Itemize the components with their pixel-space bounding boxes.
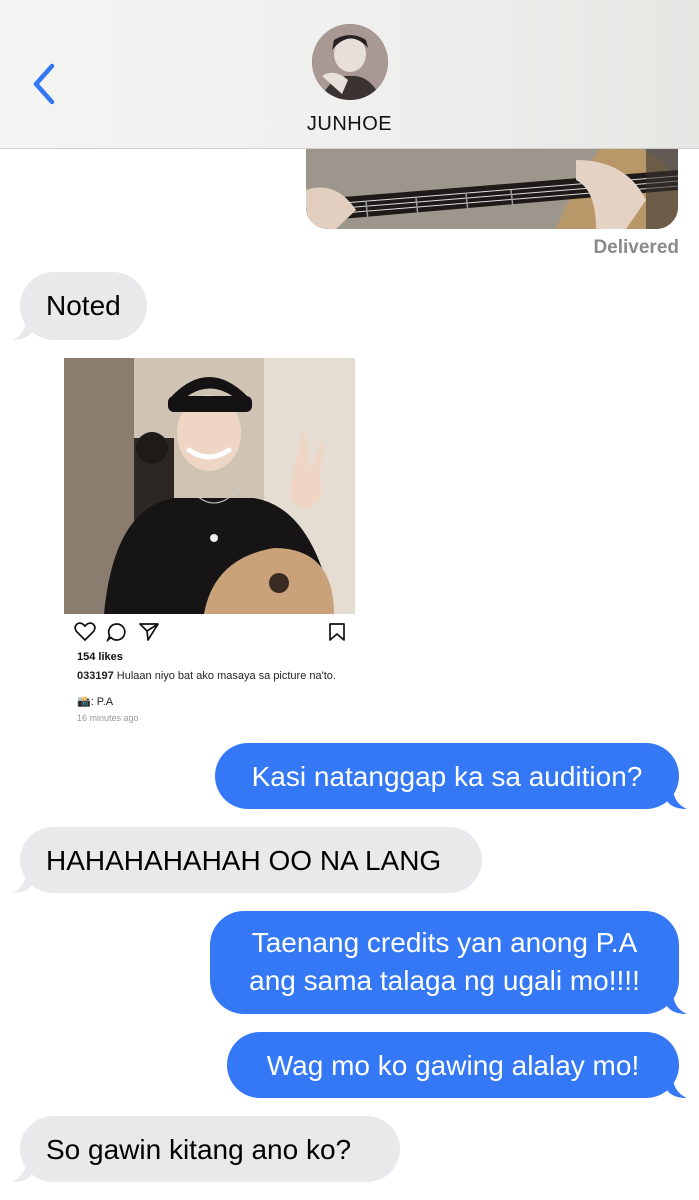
bookmark-icon[interactable]	[328, 622, 346, 642]
chat-header: JUNHOE	[0, 0, 699, 149]
sent-message[interactable]: Wag mo ko gawing alalay mo!	[227, 1032, 679, 1098]
message-text: HAHAHAHAHAH OO NA LANG	[46, 845, 442, 876]
bubble-tail	[12, 871, 34, 893]
post-caption-text: Hulaan niyo bat ako masaya sa picture na…	[116, 670, 336, 682]
bubble-tail	[665, 992, 687, 1014]
bubble-tail	[12, 1160, 34, 1182]
send-icon[interactable]	[138, 622, 160, 642]
chat-screen: JUNHOE Delivered Noted 154 likes 033197 …	[0, 0, 699, 1200]
message-line: Taenang credits yan anong P.A	[251, 927, 638, 958]
comment-icon[interactable]	[106, 622, 128, 642]
contact-avatar[interactable]	[312, 24, 388, 100]
post-likes: 154 likes	[77, 651, 123, 663]
post-caption: 033197 Hulaan niyo bat ako masaya sa pic…	[77, 670, 336, 682]
bubble-tail	[665, 1076, 687, 1098]
bubble-tail	[12, 318, 34, 340]
heart-icon[interactable]	[74, 622, 96, 642]
message-text: Kasi natanggap ka sa audition?	[251, 761, 643, 792]
sent-message[interactable]: Kasi natanggap ka sa audition?	[215, 743, 679, 809]
message-text: Wag mo ko gawing alalay mo!	[266, 1050, 640, 1081]
post-photo[interactable]	[64, 358, 355, 614]
bubble-tail	[665, 787, 687, 809]
message-line: ang sama talaga ng ugali mo!!!!	[249, 965, 640, 996]
post-time: 16 minutes ago	[77, 713, 139, 723]
message-text: So gawin kitang ano ko?	[46, 1134, 352, 1165]
post-actions	[74, 622, 356, 644]
sent-image[interactable]	[306, 140, 678, 229]
contact-name[interactable]: JUNHOE	[0, 113, 699, 136]
post-username[interactable]: 033197	[77, 670, 114, 682]
received-message[interactable]: So gawin kitang ano ko?	[20, 1116, 400, 1182]
delivered-status: Delivered	[593, 237, 679, 258]
message-text: Noted	[46, 290, 121, 321]
received-message[interactable]: Noted	[20, 272, 147, 340]
post-credit: 📸: P.A	[77, 696, 114, 708]
back-button[interactable]	[28, 62, 60, 106]
chevron-left-icon	[33, 63, 55, 105]
sent-message[interactable]: Taenang credits yan anong P.A ang sama t…	[210, 911, 679, 1014]
received-message[interactable]: HAHAHAHAHAH OO NA LANG	[20, 827, 482, 893]
